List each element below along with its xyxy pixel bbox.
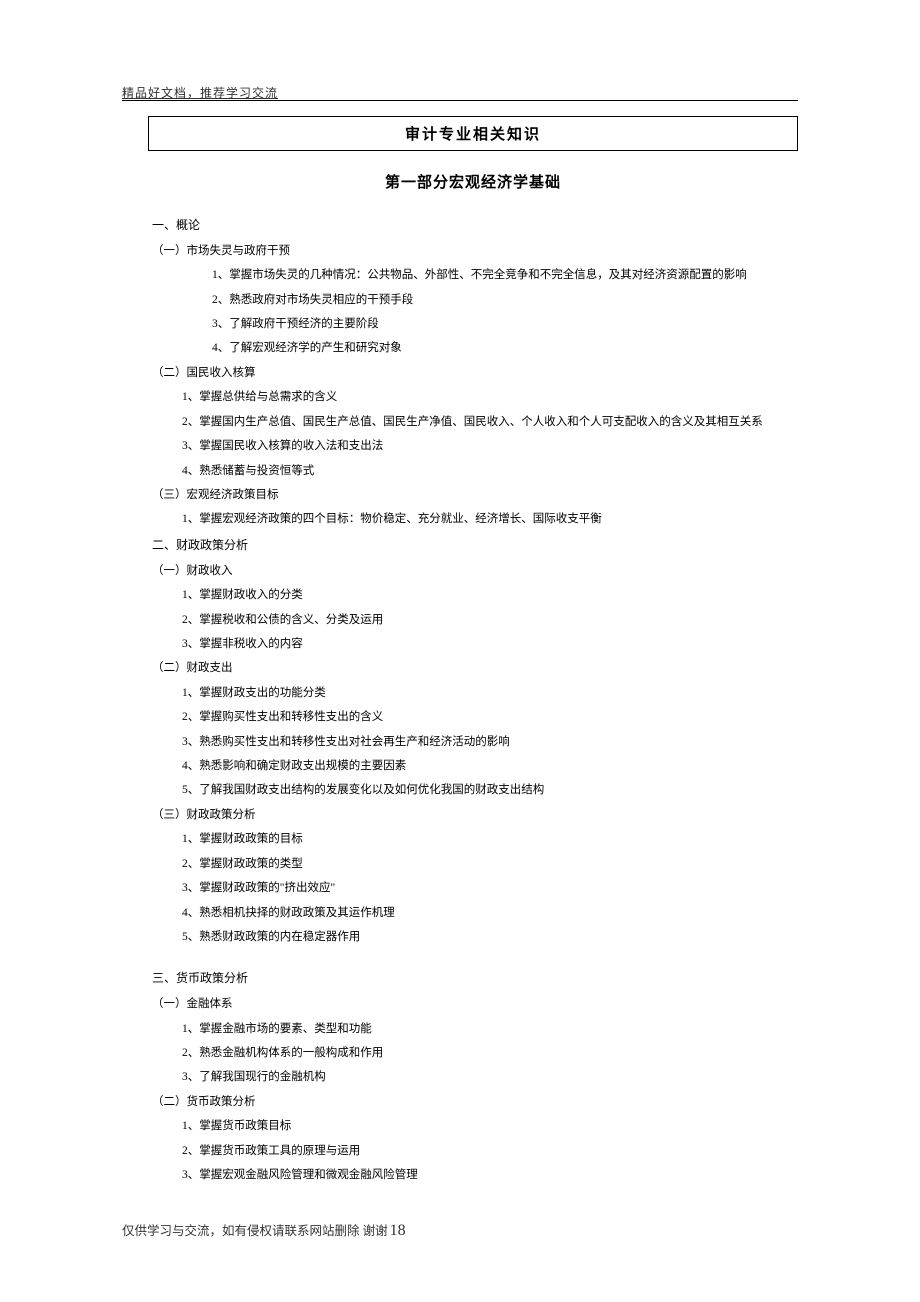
part-title: 第一部分宏观经济学基础 [148,171,798,192]
heading-1: 三、货币政策分析 [148,967,798,990]
heading-2: （一）财政收入 [148,560,798,582]
outline-item: 3、掌握财政政策的"挤出效应" [148,877,798,899]
outline-item: 2、掌握税收和公债的含义、分类及运用 [148,609,798,631]
outline-item: 3、了解我国现行的金融机构 [148,1066,798,1088]
outline-item: 4、熟悉相机抉择的财政政策及其运作机理 [148,902,798,924]
outline-item: 3、掌握宏观金融风险管理和微观金融风险管理 [148,1164,798,1186]
heading-2: （三）宏观经济政策目标 [148,484,798,506]
footer-note: 仅供学习与交流，如有侵权请联系网站删除 谢谢18 [122,1220,406,1240]
heading-2: （一）市场失灵与政府干预 [148,240,798,262]
outline-item: 3、熟悉购买性支出和转移性支出对社会再生产和经济活动的影响 [148,731,798,753]
outline-item: 2、掌握购买性支出和转移性支出的含义 [148,706,798,728]
outline-item: 5、了解我国财政支出结构的发展变化以及如何优化我国的财政支出结构 [148,779,798,801]
outline-item: 1、掌握宏观经济政策的四个目标：物价稳定、充分就业、经济增长、国际收支平衡 [148,508,798,530]
outline-item: 2、熟悉金融机构体系的一般构成和作用 [148,1042,798,1064]
outline-item: 2、熟悉政府对市场失灵相应的干预手段 [148,289,798,311]
outline-item: 1、掌握总供给与总需求的含义 [148,386,798,408]
heading-2: （二）国民收入核算 [148,362,798,384]
outline-item: 2、掌握国内生产总值、国民生产总值、国民生产净值、国民收入、个人收入和个人可支配… [148,411,798,433]
outline-item: 1、掌握财政支出的功能分类 [148,682,798,704]
heading-2: （二）货币政策分析 [148,1091,798,1113]
header-note: 精品好文档，推荐学习交流 [122,84,278,101]
heading-1: 二、财政政策分析 [148,534,798,557]
outline-item: 1、掌握财政政策的目标 [148,828,798,850]
heading-2: （一）金融体系 [148,993,798,1015]
outline-item: 3、掌握国民收入核算的收入法和支出法 [148,435,798,457]
document-body: 审计专业相关知识 第一部分宏观经济学基础 一、概论 （一）市场失灵与政府干预 1… [148,116,798,1189]
outline-item: 4、熟悉影响和确定财政支出规模的主要因素 [148,755,798,777]
header-rule [122,100,798,101]
outline-item: 3、掌握非税收入的内容 [148,633,798,655]
outline-item: 1、掌握财政收入的分类 [148,584,798,606]
heading-2: （二）财政支出 [148,657,798,679]
outline-item: 1、掌握金融市场的要素、类型和功能 [148,1018,798,1040]
outline-item: 4、了解宏观经济学的产生和研究对象 [148,337,798,359]
heading-1: 一、概论 [148,214,798,237]
outline-item: 2、掌握货币政策工具的原理与运用 [148,1140,798,1162]
heading-2: （三）财政政策分析 [148,804,798,826]
outline-item: 1、掌握市场失灵的几种情况：公共物品、外部性、不完全竞争和不完全信息，及其对经济… [148,264,798,286]
outline-item: 5、熟悉财政政策的内在稳定器作用 [148,926,798,948]
page-number: 18 [390,1222,406,1239]
doc-title: 审计专业相关知识 [148,116,798,151]
outline-item: 4、熟悉储蓄与投资恒等式 [148,460,798,482]
outline-item: 2、掌握财政政策的类型 [148,853,798,875]
outline-item: 1、掌握货币政策目标 [148,1115,798,1137]
outline-item: 3、了解政府干预经济的主要阶段 [148,313,798,335]
footer-text: 仅供学习与交流，如有侵权请联系网站删除 谢谢 [122,1224,388,1238]
